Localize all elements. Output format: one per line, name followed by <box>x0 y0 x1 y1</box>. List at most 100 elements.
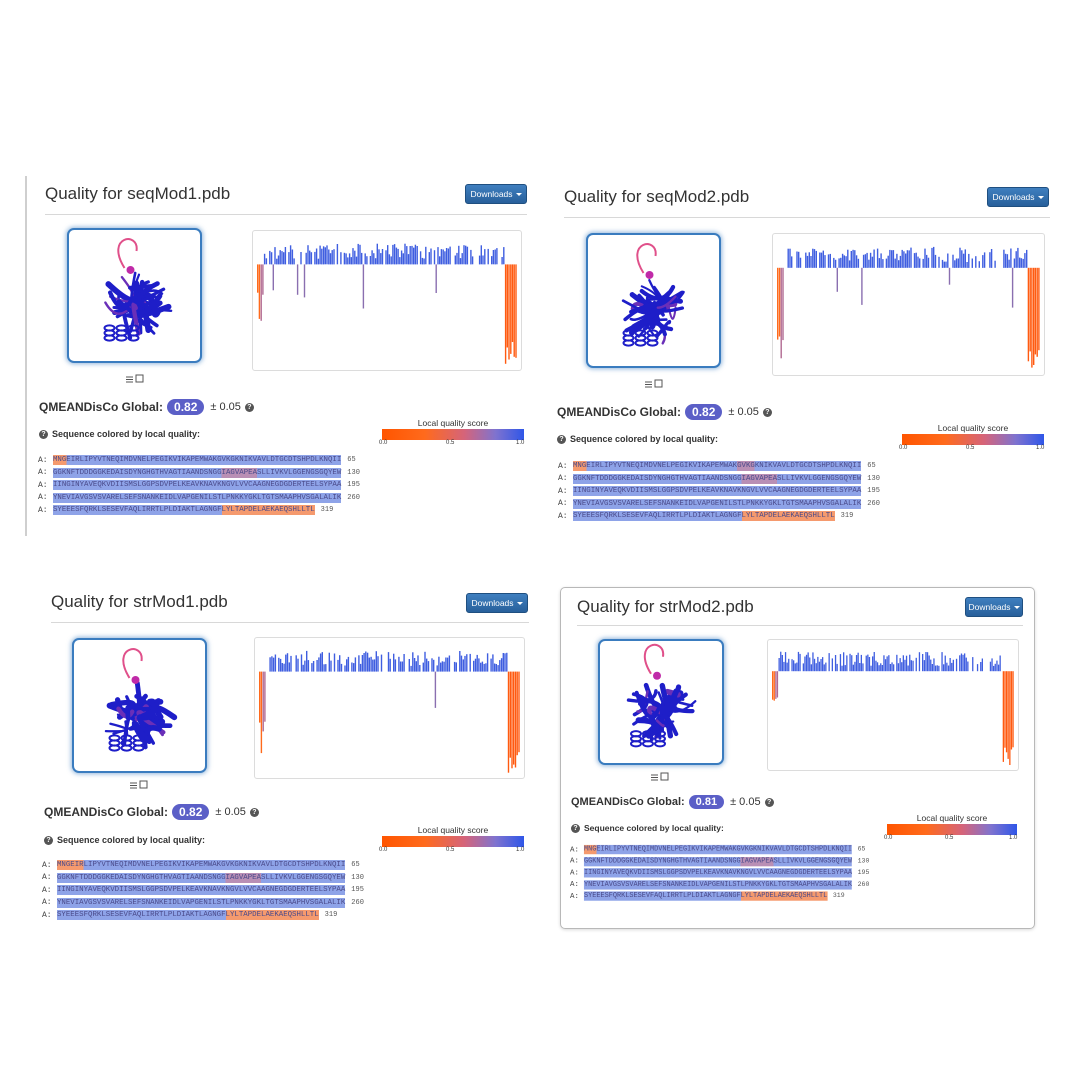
quality-bar <box>852 249 854 268</box>
sequence-view: A: MNGEIRLIPYVTNEQIMDVNELPEGIKVIKAPEMWAKG… <box>570 844 869 902</box>
question-circle-icon[interactable]: ? <box>762 407 772 417</box>
residue-count: 195 <box>347 481 360 490</box>
residue-count: 130 <box>347 468 360 477</box>
question-circle-icon[interactable]: ? <box>39 429 48 439</box>
quality-bar <box>491 256 493 265</box>
sequence-residues: IINGINYAVEQKVDIISMSLGGPSDVPELKEAVKNAVKNG… <box>53 480 342 491</box>
quality-bar <box>306 650 308 672</box>
global-score-line: QMEANDisCo Global: 0.82 ± 0.05? <box>44 804 259 820</box>
quality-bar <box>516 671 518 756</box>
quality-bar <box>357 243 359 265</box>
quality-bar <box>898 260 900 268</box>
local-quality-bars <box>777 246 1040 368</box>
quality-bar <box>791 659 793 672</box>
quality-bar <box>314 251 316 265</box>
downloads-button[interactable]: Downloads <box>987 187 1049 207</box>
protein-structure-image <box>103 238 173 342</box>
question-circle-icon[interactable]: ? <box>764 797 774 807</box>
quality-bar <box>860 654 862 672</box>
global-score-label: QMEANDisCo Global: <box>44 805 169 819</box>
global-score-badge: 0.81 <box>688 795 725 809</box>
quality-bar <box>901 249 903 268</box>
sequence-row: A: IINGINYAVEQKVDIISMSLGGPSDVPELKEAVKNAVK… <box>570 867 869 879</box>
quality-bar <box>887 255 889 268</box>
quality-bar <box>810 256 812 268</box>
quality-bar <box>441 661 444 672</box>
quality-bar <box>917 256 919 268</box>
quality-bar <box>780 267 782 359</box>
quality-bar <box>358 655 360 672</box>
question-circle-icon[interactable]: ? <box>44 835 53 845</box>
quality-bar <box>399 661 402 672</box>
quality-bar <box>437 247 439 265</box>
quality-bar <box>1031 267 1033 368</box>
viewer-options-icon[interactable] <box>129 780 149 790</box>
sequence-heading-label: Sequence colored by local quality: <box>57 835 206 845</box>
quality-bar <box>915 252 917 268</box>
quality-bar <box>888 655 890 672</box>
protein-structure-image <box>626 643 697 748</box>
downloads-button[interactable]: Downloads <box>465 184 527 204</box>
quality-bar <box>947 253 949 268</box>
quality-bar <box>466 246 469 265</box>
quality-bar <box>1002 671 1004 762</box>
quality-bar <box>834 655 837 672</box>
quality-bar <box>264 671 266 722</box>
quality-bar <box>866 252 868 268</box>
sequence-row: A: MNGEIRLIPYVTNEQIMDVNELPEGIKVIKAPEMWAKG… <box>558 460 880 473</box>
question-circle-icon[interactable]: ? <box>249 807 259 817</box>
quality-bar <box>398 656 400 672</box>
viewer-options-icon[interactable] <box>650 772 670 782</box>
quality-bar <box>855 655 858 672</box>
quality-bar <box>402 253 404 265</box>
question-circle-icon[interactable]: ? <box>571 823 580 833</box>
quality-bar <box>841 665 843 672</box>
model-thumbnail[interactable] <box>598 639 724 765</box>
model-thumbnail[interactable] <box>67 228 202 363</box>
question-circle-icon[interactable]: ? <box>557 434 566 444</box>
quality-bar <box>883 655 885 672</box>
quality-bar <box>448 655 451 672</box>
quality-bar <box>926 652 929 672</box>
quality-bar <box>470 249 472 265</box>
viewer-options-icon[interactable] <box>644 379 664 389</box>
quality-bar <box>331 250 333 265</box>
quality-bar <box>501 257 503 265</box>
quality-bar <box>333 249 335 265</box>
downloads-button[interactable]: Downloads <box>965 597 1023 617</box>
quality-bar <box>445 248 448 265</box>
quality-bar <box>361 252 363 265</box>
sequence-row: A: IINGINYAVEQKVDIISMSLGGPSDVPELKEAVKNAVK… <box>558 485 880 498</box>
question-circle-icon[interactable]: ? <box>244 402 254 412</box>
downloads-button[interactable]: Downloads <box>466 593 528 613</box>
legend-tick-min: 0.0 <box>899 445 908 451</box>
downloads-label: Downloads <box>470 189 513 199</box>
quality-bar <box>777 267 779 340</box>
quality-bar <box>941 259 944 268</box>
viewer-options-icon[interactable] <box>125 374 145 384</box>
quality-bar <box>316 660 318 672</box>
quality-panel-seqmod2: Quality for seqMod2.pdb Downloads QMEAND… <box>548 180 1058 540</box>
quality-bar <box>485 663 487 672</box>
quality-bar <box>363 653 365 672</box>
quality-bar <box>378 249 380 265</box>
chain-label: A: <box>558 461 568 471</box>
quality-bar <box>854 661 856 672</box>
quality-bar <box>968 253 970 268</box>
quality-bar <box>894 258 896 268</box>
local-quality-legend: Local quality score 0.0 0.5 1.0 <box>379 825 524 853</box>
quality-bar <box>993 665 995 672</box>
model-thumbnail[interactable] <box>72 638 207 773</box>
model-thumbnail[interactable] <box>586 233 721 368</box>
quality-bar <box>875 660 877 672</box>
sequence-row: A: GGKNFTDDDGGKEDAISDYNGHGTHVAGTIAANDSNGG… <box>558 473 880 486</box>
sequence-residues: SYEEESFQRKLSESEVFAQLIRRTLPLDIAKTLAGNGFLY… <box>57 910 319 921</box>
quality-bar <box>309 250 311 265</box>
quality-bar <box>880 663 882 672</box>
quality-bar <box>989 661 992 672</box>
quality-bar <box>1007 671 1009 759</box>
residue-count: 319 <box>832 892 845 901</box>
quality-bar <box>927 257 930 268</box>
quality-bar <box>481 661 484 672</box>
quality-bar <box>899 658 901 672</box>
